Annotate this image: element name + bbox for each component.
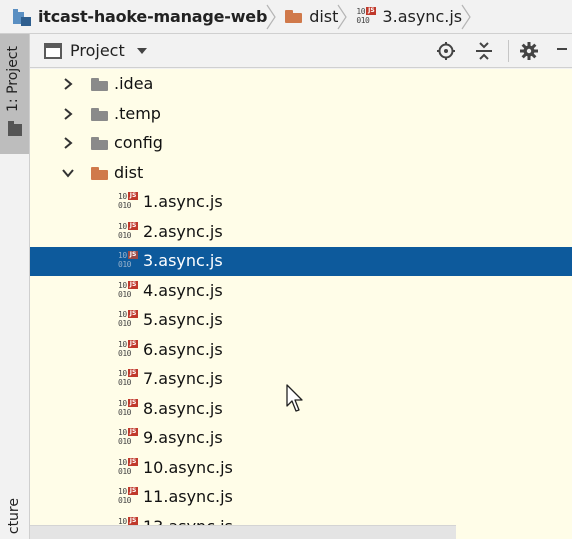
project-tab-label: 1: Project [5, 46, 21, 112]
folder-icon [91, 166, 108, 180]
project-panel-header: Project [30, 34, 572, 68]
js-file-icon: 10010JS [118, 457, 138, 476]
tree-file-row[interactable]: 10 010 JS 5.async.js [30, 306, 572, 335]
chevron-down-icon [136, 47, 147, 54]
js-file-icon: 10010JS [118, 221, 138, 240]
tree-file-label: 5.async.js [143, 310, 223, 329]
locate-button[interactable] [436, 41, 456, 61]
breadcrumb-separator [461, 4, 471, 29]
breadcrumb-file[interactable]: 10 010 JS 3.async.js [342, 0, 471, 34]
chevron-right-icon[interactable] [62, 107, 74, 120]
view-selector[interactable]: Project [30, 34, 147, 68]
mouse-cursor-icon [286, 384, 303, 412]
locate-icon [437, 42, 455, 60]
settings-button[interactable] [519, 41, 539, 61]
header-divider [508, 40, 509, 62]
folder-icon [285, 10, 303, 23]
js-file-icon: 10010JS [118, 398, 138, 417]
js-file-icon: 10010JS [356, 6, 377, 25]
breadcrumb-folder[interactable]: dist [271, 0, 348, 34]
folder-icon [8, 121, 22, 136]
tree-file-row[interactable]: 10 010 JS 6.async.js [30, 336, 572, 365]
chevron-down-icon[interactable] [62, 167, 74, 179]
tree-file-label: 7.async.js [143, 369, 223, 388]
collapse-all-button[interactable] [474, 41, 494, 61]
tree-folder-row[interactable]: .idea [30, 70, 572, 99]
tree-file-row[interactable]: 10 010 JS 2.async.js [30, 218, 572, 247]
js-file-icon: 10010JS [118, 280, 138, 299]
horizontal-scrollbar[interactable] [30, 525, 456, 539]
tree-folder-row[interactable]: dist [30, 159, 572, 188]
breadcrumb: itcast-haoke-manage-web dist 10 010 JS 3.a… [0, 0, 572, 34]
tree-file-label: 3.async.js [143, 251, 223, 270]
tree-folder-label: dist [114, 162, 144, 182]
tree-folder-label: .temp [114, 103, 161, 123]
breadcrumb-file-label: 3.async.js [382, 7, 463, 26]
tool-window-tab-project[interactable]: 1: Project [0, 34, 29, 154]
gear-icon [520, 42, 538, 60]
tree-folder-row[interactable]: config [30, 129, 572, 158]
js-file-icon: 10010JS [118, 192, 138, 210]
tree-file-label: 11.async.js [143, 487, 233, 506]
collapse-all-icon [476, 42, 492, 60]
tree-file-label: 9.async.js [143, 428, 223, 447]
js-file-icon: 10010JS [118, 487, 138, 505]
folder-icon [91, 137, 108, 150]
tree-file-label: 4.async.js [143, 280, 223, 300]
js-file-icon: 10010JS [118, 369, 138, 387]
tree-file-row[interactable]: 10 010 JS 9.async.js [30, 424, 572, 453]
tree-file-row[interactable]: 10 010 JS 4.async.js [30, 277, 572, 306]
tree-file-row[interactable]: 10 010 JS 11.async.js [30, 483, 572, 512]
project-view-icon [44, 42, 62, 59]
tree-file-label: 10.async.js [143, 457, 233, 477]
js-file-icon: 10010JS [118, 310, 138, 328]
tree-folder-label: config [114, 133, 163, 152]
js-file-icon: 10010JS [118, 251, 138, 269]
folder-icon [91, 107, 108, 121]
tree-file-row-selected[interactable]: 10 010 JS 3.async.js [30, 247, 572, 276]
chevron-right-icon[interactable] [62, 78, 74, 90]
chevron-right-icon[interactable] [62, 137, 74, 149]
breadcrumb-folder-label: dist [309, 7, 339, 26]
tree-folder-row[interactable]: .temp [30, 100, 572, 129]
tree-file-label: 6.async.js [143, 339, 223, 359]
tree-file-label: 8.async.js [143, 398, 223, 418]
tool-window-tab-structure[interactable]: cture [6, 498, 22, 534]
view-selector-label: Project [70, 41, 125, 60]
js-file-icon: 10010JS [118, 428, 138, 446]
tree-file-label: 1.async.js [143, 192, 223, 211]
breadcrumb-project[interactable]: itcast-haoke-manage-web [0, 0, 276, 34]
expand-hide-icon [557, 48, 567, 50]
hide-panel-button[interactable] [552, 41, 572, 61]
tree-file-row[interactable]: 10 010 JS 1.async.js [30, 188, 572, 217]
tree-file-row[interactable]: 10 010 JS 10.async.js [30, 454, 572, 483]
project-module-icon [12, 7, 32, 27]
project-tree: .idea .temp config dist 10 010 JS 1.async.js 10 0… [30, 69, 572, 539]
breadcrumb-project-label: itcast-haoke-manage-web [38, 7, 268, 26]
left-tool-strip: 1: Project cture [0, 34, 30, 539]
js-file-icon: 10010JS [118, 339, 138, 358]
tree-folder-label: .idea [114, 74, 154, 93]
tree-file-label: 2.async.js [143, 221, 223, 241]
folder-icon [91, 78, 108, 91]
